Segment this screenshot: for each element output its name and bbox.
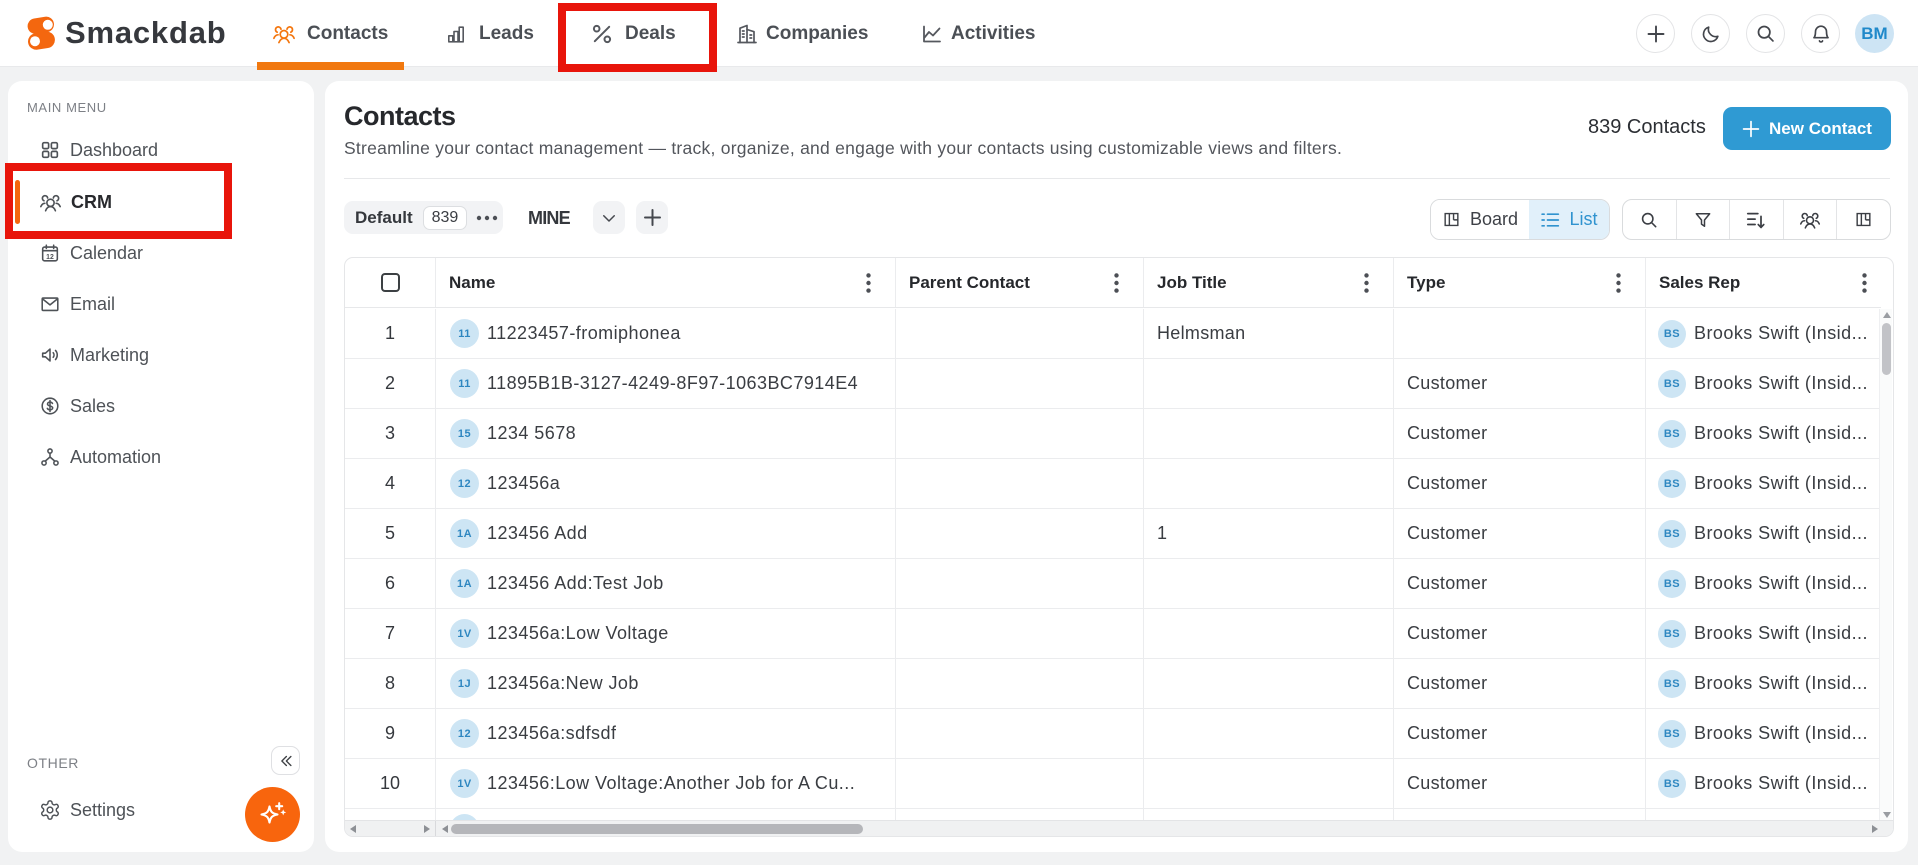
svg-text:12: 12 [46,254,54,261]
